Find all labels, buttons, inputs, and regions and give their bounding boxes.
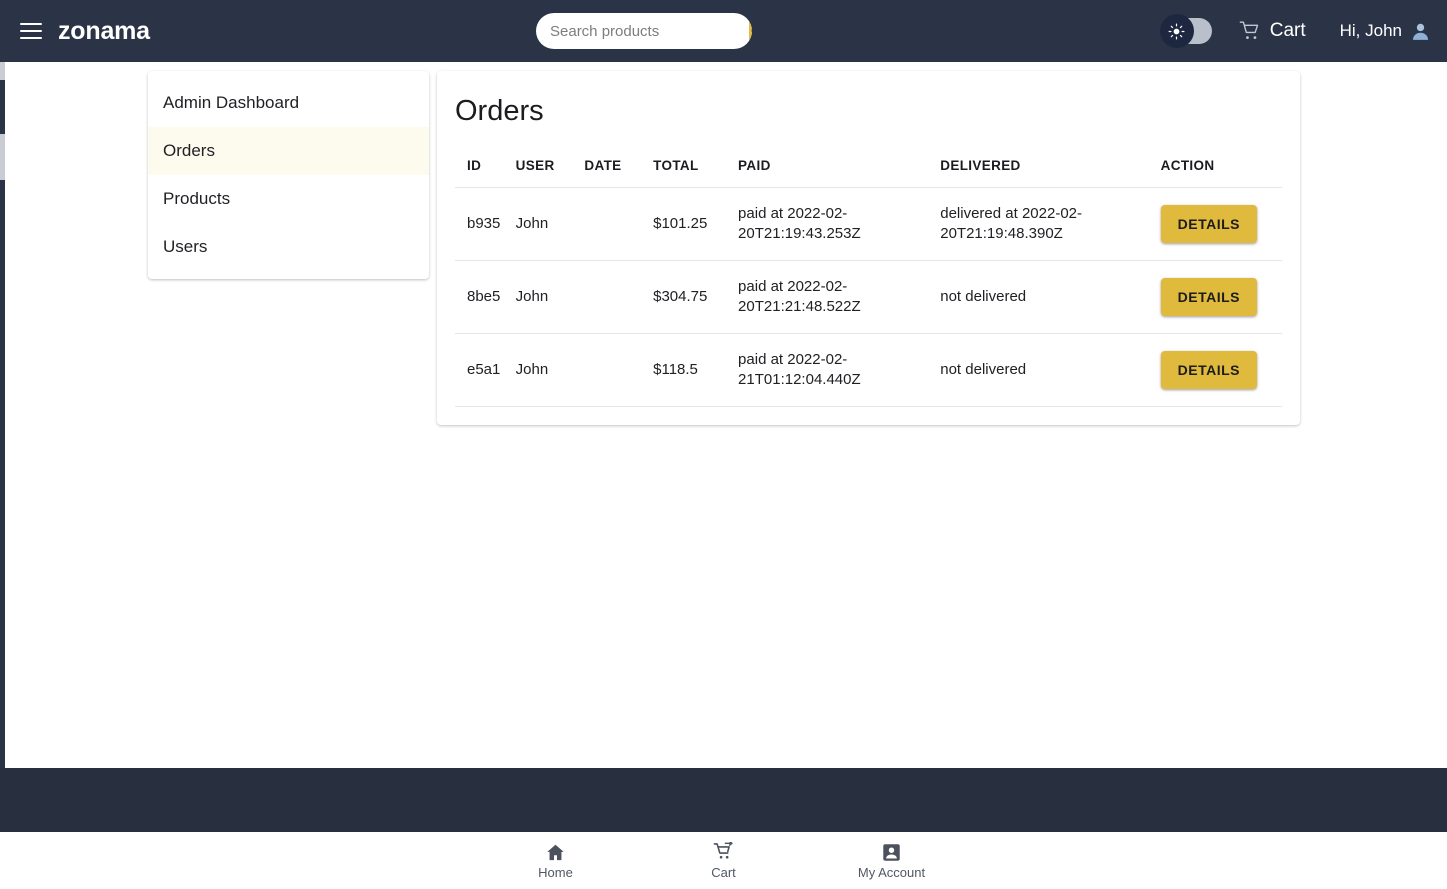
- bottom-nav-home[interactable]: Home: [472, 842, 640, 880]
- cell-id: 8be5: [455, 260, 516, 334]
- table-row: e5a1 John $118.5 paid at 2022-02-21T01:1…: [455, 333, 1282, 407]
- sidebar-item-products[interactable]: Products: [148, 175, 429, 223]
- header-cart-link[interactable]: Cart: [1238, 20, 1306, 42]
- account-box-icon: [883, 843, 900, 861]
- cell-action: DETAILS: [1160, 333, 1282, 407]
- bottom-nav-my-account[interactable]: My Account: [808, 842, 976, 880]
- cell-user: John: [515, 333, 585, 407]
- column-header-total: TOTAL: [653, 158, 699, 173]
- bottom-nav-label: Home: [538, 864, 573, 880]
- header-account-link[interactable]: Hi, John: [1340, 21, 1431, 42]
- cell-total: $304.75: [653, 260, 739, 334]
- orders-table-body: b935 John $101.25 paid at 2022-02-20T21:…: [455, 187, 1282, 407]
- orders-card: Orders ID USER DATE TOTAL PAID DELIVERED…: [437, 71, 1300, 425]
- add-shopping-cart-icon: [713, 841, 733, 859]
- column-header-date: DATE: [584, 158, 622, 173]
- column-header-action: ACTION: [1160, 158, 1215, 173]
- orders-table: ID USER DATE TOTAL PAID DELIVERED ACTION…: [455, 158, 1282, 407]
- search-icon: [751, 27, 752, 32]
- header-cart-label: Cart: [1269, 20, 1306, 41]
- orders-table-head: ID USER DATE TOTAL PAID DELIVERED ACTION: [455, 158, 1282, 188]
- sidebar-item-orders[interactable]: Orders: [148, 127, 429, 175]
- cell-total: $101.25: [653, 187, 739, 261]
- bottom-nav-label: Cart: [711, 864, 736, 880]
- header-actions: Cart Hi, John: [1159, 0, 1431, 62]
- sun-icon: [1168, 23, 1185, 39]
- search-input[interactable]: [536, 22, 749, 40]
- dark-mode-toggle[interactable]: [1159, 14, 1212, 48]
- footer-band: [0, 768, 1447, 832]
- table-header-row: ID USER DATE TOTAL PAID DELIVERED ACTION: [455, 158, 1282, 188]
- cell-action: DETAILS: [1160, 260, 1282, 334]
- cell-id: b935: [455, 187, 516, 261]
- column-header-id: ID: [467, 158, 482, 173]
- sidebar-item-label: Products: [163, 189, 231, 208]
- details-button[interactable]: DETAILS: [1160, 205, 1257, 243]
- cell-delivered: not delivered: [940, 260, 1161, 334]
- cell-id: e5a1: [455, 333, 516, 407]
- admin-sidebar-menu: Admin Dashboard Orders Products Users: [148, 71, 429, 279]
- column-header-user: USER: [515, 158, 555, 173]
- cell-paid: paid at 2022-02-20T21:21:48.522Z: [738, 260, 941, 334]
- sidebar-item-label: Orders: [163, 141, 215, 160]
- table-row: 8be5 John $304.75 paid at 2022-02-20T21:…: [455, 260, 1282, 334]
- cell-total: $118.5: [653, 333, 739, 407]
- user-avatar-icon: [1412, 23, 1429, 40]
- scroll-thumb-top[interactable]: [0, 62, 5, 80]
- page-title: Orders: [455, 95, 544, 127]
- details-button[interactable]: DETAILS: [1160, 351, 1257, 389]
- shopping-cart-icon: [1239, 21, 1258, 39]
- bottom-nav-label: My Account: [857, 864, 926, 880]
- header-account-label: Hi, John: [1339, 21, 1402, 40]
- cell-user: John: [515, 187, 585, 261]
- bottom-nav-cart[interactable]: Cart: [640, 841, 808, 880]
- column-header-delivered: DELIVERED: [940, 158, 1021, 173]
- brand-logo[interactable]: zonama: [58, 17, 150, 46]
- cell-user: John: [515, 260, 585, 334]
- cell-date: [584, 260, 654, 334]
- cell-date: [584, 187, 654, 261]
- sidebar-item-label: Users: [163, 237, 208, 256]
- table-row: b935 John $101.25 paid at 2022-02-20T21:…: [455, 187, 1282, 261]
- bottom-navigation: Home Cart My Account: [0, 832, 1447, 889]
- cell-paid: paid at 2022-02-20T21:19:43.253Z: [738, 187, 941, 261]
- column-header-paid: PAID: [738, 158, 771, 173]
- cell-action: DETAILS: [1160, 187, 1282, 261]
- sidebar-item-label: Admin Dashboard: [163, 93, 300, 112]
- search-button[interactable]: [749, 13, 752, 49]
- app-header: zonama Search products Cart Hi, John: [0, 0, 1447, 62]
- sidebar-item-admin-dashboard[interactable]: Admin Dashboard: [148, 79, 429, 127]
- cell-date: [584, 333, 654, 407]
- search-bar: [536, 13, 752, 49]
- cell-delivered: delivered at 2022-02-20T21:19:48.390Z: [940, 187, 1161, 261]
- left-edge-scroll-rail[interactable]: [0, 62, 5, 832]
- scroll-thumb-lower[interactable]: [0, 134, 5, 180]
- cell-delivered: not delivered: [940, 333, 1161, 407]
- hamburger-icon[interactable]: [14, 14, 48, 48]
- home-icon: [547, 844, 564, 860]
- cell-paid: paid at 2022-02-21T01:12:04.440Z: [738, 333, 941, 407]
- details-button[interactable]: DETAILS: [1160, 278, 1257, 316]
- toggle-knob: [1159, 14, 1194, 48]
- page-root: zonama Search products Cart Hi, John Adm…: [0, 0, 1447, 889]
- sidebar-item-users[interactable]: Users: [148, 223, 429, 271]
